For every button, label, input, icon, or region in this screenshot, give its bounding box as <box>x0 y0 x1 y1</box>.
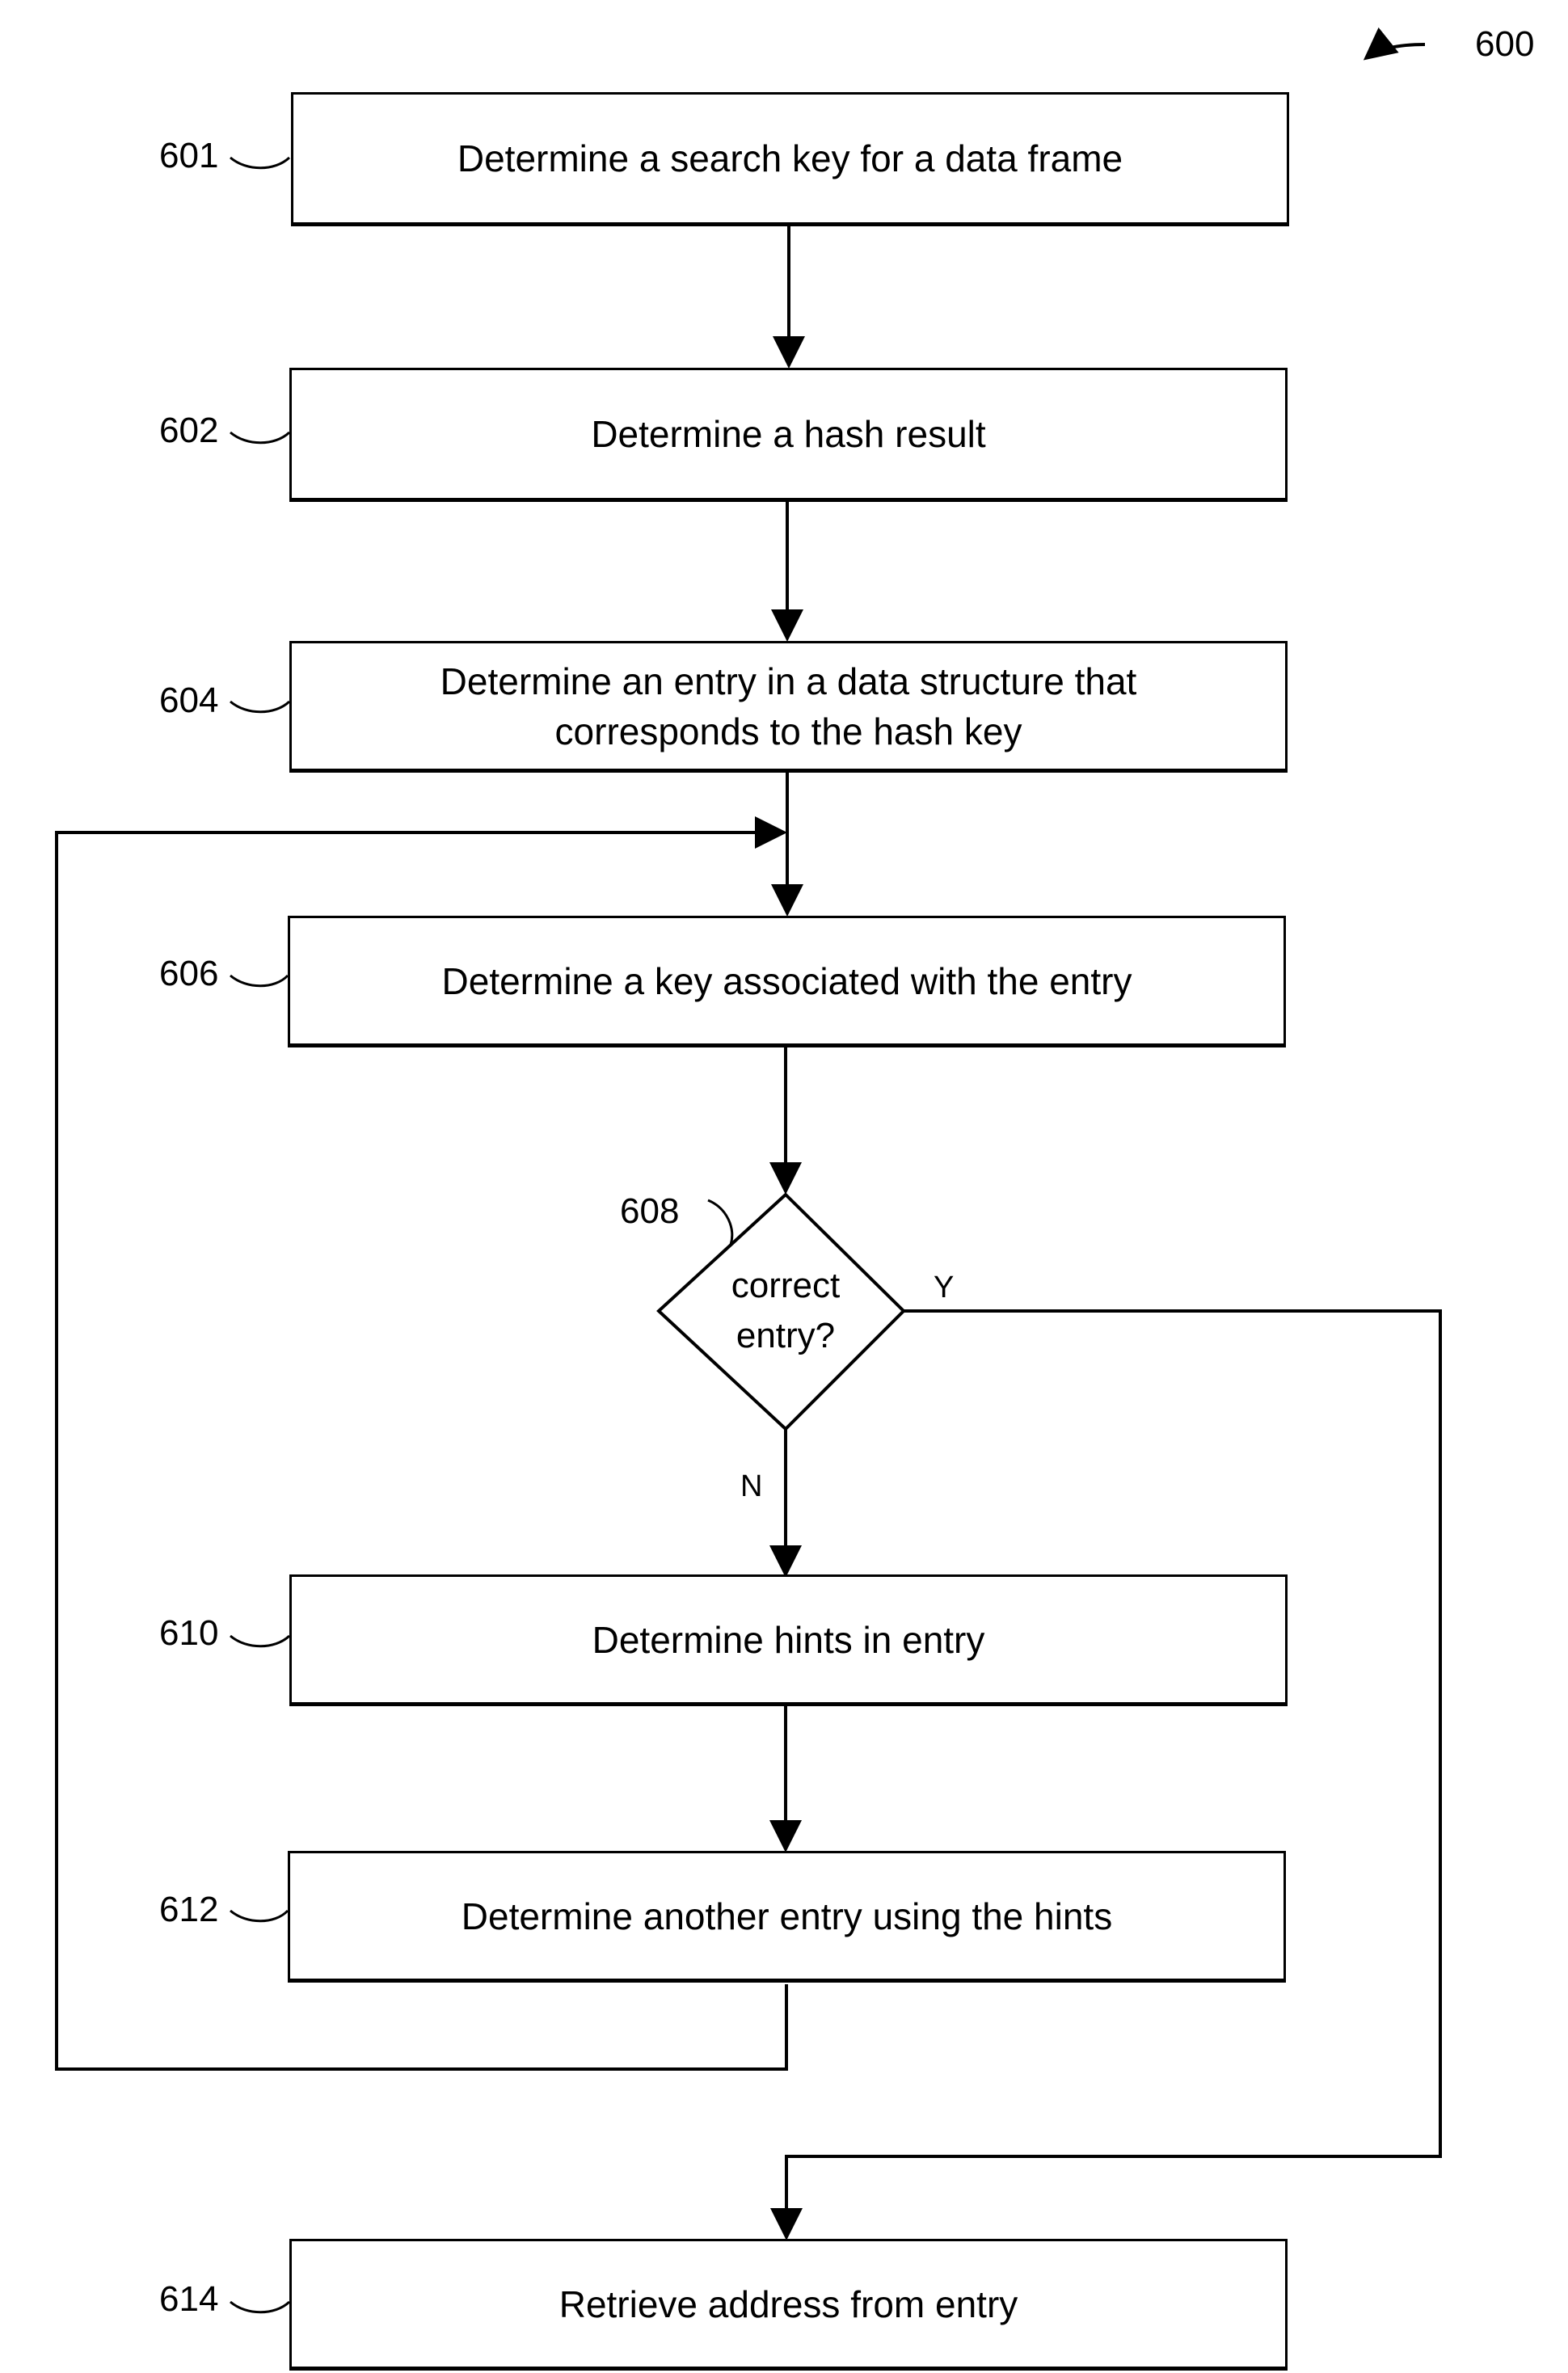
step-604-box: Determine an entry in a data structure t… <box>289 641 1288 773</box>
no-label: N <box>740 1469 763 1503</box>
ref-leader-614 <box>230 2300 291 2314</box>
decision-text: correct entry? <box>731 1266 841 1355</box>
figure-ref-arrow <box>1363 27 1426 61</box>
step-610-box: Determine hints in entry <box>289 1574 1288 1706</box>
flow-connectors <box>55 27 1442 2314</box>
step-601-text: Determine a search key for a data frame <box>457 137 1123 179</box>
step-612-box: Determine another entry using the hints <box>288 1851 1286 1983</box>
arrow-608-614-yes <box>770 1309 1442 2240</box>
ref-614: 614 <box>159 2279 219 2319</box>
step-601-box: Determine a search key for a data frame <box>291 92 1289 226</box>
ref-leader-610 <box>230 1634 291 1648</box>
step-614-box: Retrieve address from entry <box>289 2239 1288 2371</box>
step-606-text: Determine a key associated with the entr… <box>441 959 1132 1002</box>
figure-number: 600 <box>1475 24 1535 64</box>
ref-leader-606 <box>230 974 289 988</box>
ref-608: 608 <box>620 1191 680 1231</box>
ref-601: 601 <box>159 136 219 175</box>
ref-leader-604 <box>230 700 291 714</box>
ref-602: 602 <box>159 411 219 450</box>
step-612-text: Determine another entry using the hints <box>461 1895 1113 1937</box>
ref-leader-602 <box>230 431 291 445</box>
step-610-text: Determine hints in entry <box>592 1618 985 1661</box>
ref-604: 604 <box>159 681 219 720</box>
step-602-text: Determine a hash result <box>591 413 986 455</box>
step-604-text: Determine an entry in a data structure t… <box>440 660 1137 752</box>
ref-leader-612 <box>230 1909 289 1923</box>
ref-606: 606 <box>159 954 219 993</box>
ref-leader-608 <box>707 1199 734 1246</box>
step-614-text: Retrieve address from entry <box>558 2282 1018 2325</box>
step-602-box: Determine a hash result <box>289 368 1288 502</box>
ref-612: 612 <box>159 1890 219 1929</box>
yes-label: Y <box>934 1271 955 1305</box>
ref-leader-601 <box>230 156 291 170</box>
step-606-box: Determine a key associated with the entr… <box>288 916 1286 1047</box>
ref-610: 610 <box>159 1613 219 1653</box>
